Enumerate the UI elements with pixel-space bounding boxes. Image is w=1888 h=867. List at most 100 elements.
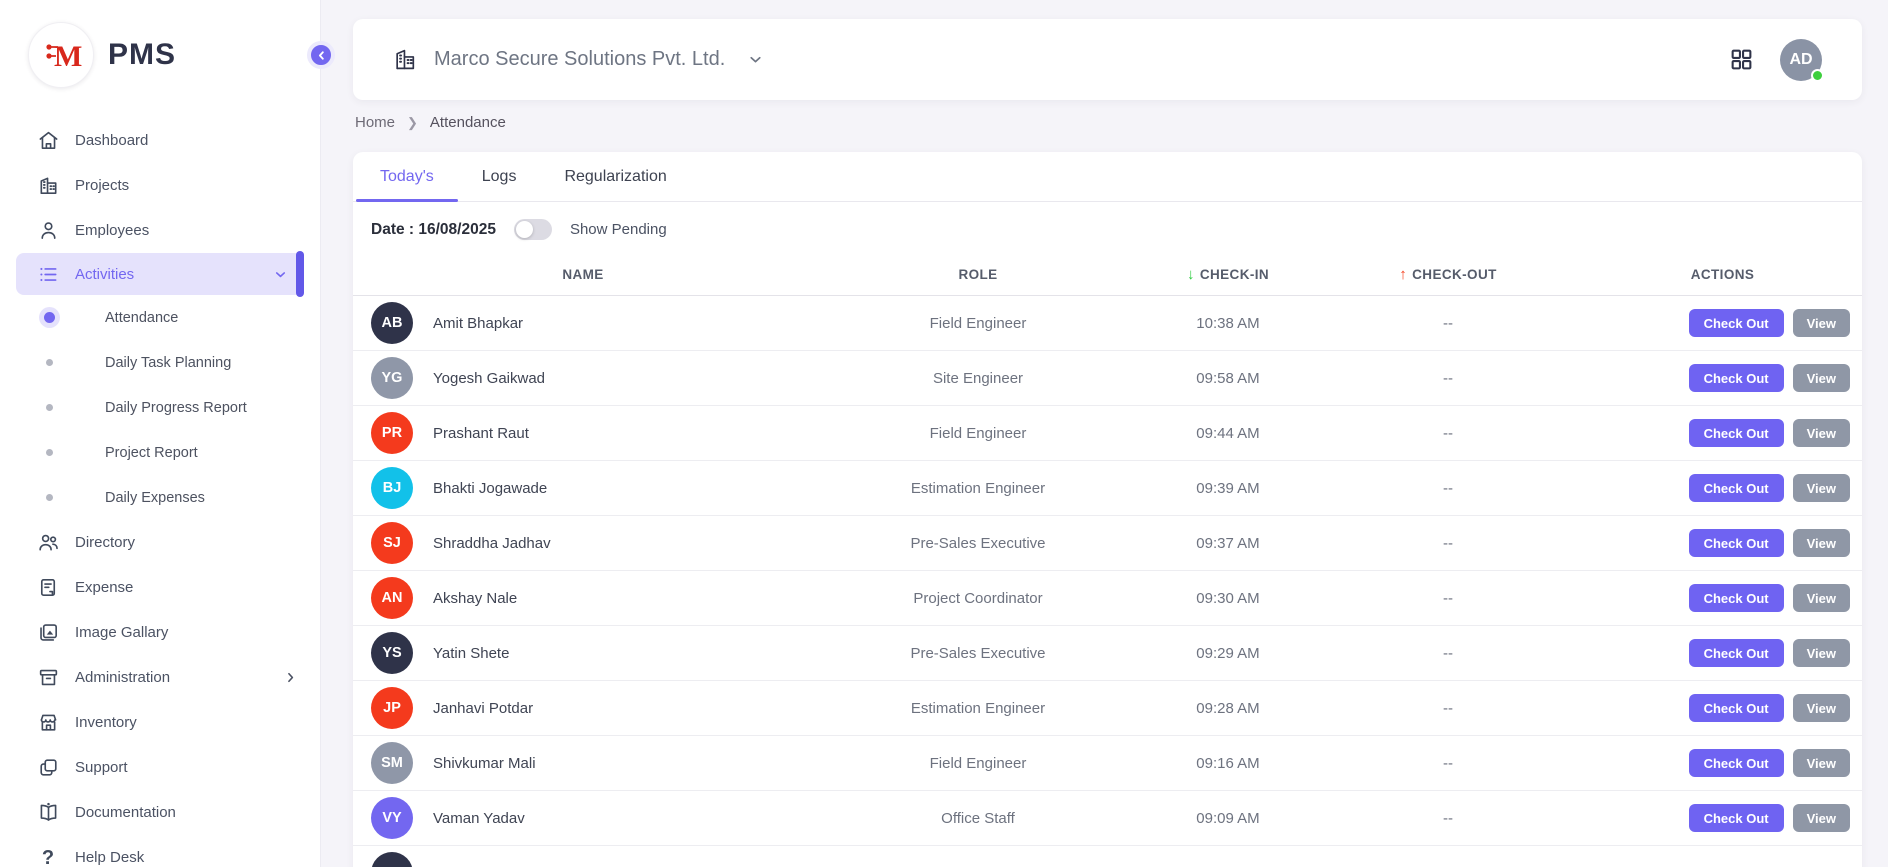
check-out-button[interactable]: Check Out [1689, 309, 1784, 337]
online-status-dot [1811, 69, 1824, 82]
employee-role: Office Staff [813, 810, 1143, 827]
sidebar-subitem-label: Daily Progress Report [105, 400, 247, 416]
sidebar-subitem-label: Daily Task Planning [105, 355, 231, 371]
sidebar-item-documentation[interactable]: Documentation [0, 790, 320, 835]
app-logo: M PMS [0, 0, 320, 106]
column-header-checkin[interactable]: ↓ CHECK-IN [1143, 266, 1313, 283]
sidebar-item-inventory[interactable]: Inventory [0, 700, 320, 745]
sidebar-item-image-gallary[interactable]: Image Gallary [0, 610, 320, 655]
sidebar-subitem-daily-progress-report[interactable]: Daily Progress Report [0, 385, 320, 430]
column-header-checkout[interactable]: ↑ CHECK-OUT [1313, 266, 1583, 283]
apps-grid-icon[interactable] [1729, 47, 1754, 72]
employee-name: Bhakti Jogawade [433, 480, 547, 497]
sidebar-item-dashboard[interactable]: Dashboard [0, 118, 320, 163]
sidebar-item-activities[interactable]: Activities [16, 253, 302, 295]
table-row: YGYogesh GaikwadSite Engineer09:58 AM--C… [353, 351, 1862, 406]
check-out-button[interactable]: Check Out [1689, 639, 1784, 667]
employee-name: Vaman Yadav [433, 810, 525, 827]
sidebar: M PMS DashboardProjects Employees Activiti… [0, 0, 321, 867]
column-header-name[interactable]: NAME [353, 267, 813, 282]
svg-text:M: M [54, 40, 82, 73]
sidebar-collapse-button[interactable] [307, 41, 335, 69]
avatar: YG [371, 357, 413, 399]
sidebar-subitem-daily-task-planning[interactable]: Daily Task Planning [0, 340, 320, 385]
chevron-down-icon [273, 267, 288, 282]
check-out-button[interactable]: Check Out [1689, 474, 1784, 502]
table-row: JPJanhavi PotdarEstimation Engineer09:28… [353, 681, 1862, 736]
check-out-time: -- [1313, 810, 1583, 827]
bullet-dot-icon [46, 449, 53, 456]
check-in-time: 09:28 AM [1143, 700, 1313, 717]
sidebar-item-administration[interactable]: Administration [0, 655, 320, 700]
sidebar-item-label: Expense [75, 579, 133, 596]
check-out-time: -- [1313, 700, 1583, 717]
table-row: PRPrashant RautField Engineer09:44 AM--C… [353, 406, 1862, 461]
check-out-button[interactable]: Check Out [1689, 419, 1784, 447]
check-out-time: -- [1313, 535, 1583, 552]
view-button[interactable]: View [1793, 694, 1850, 722]
table-row: SMShivkumar MaliField Engineer09:16 AM--… [353, 736, 1862, 791]
sidebar-item-help-desk[interactable]: ?Help Desk [0, 835, 320, 867]
check-out-button[interactable]: Check Out [1689, 364, 1784, 392]
avatar: JP [371, 687, 413, 729]
sidebar-item-label: Directory [75, 534, 135, 551]
avatar [371, 852, 413, 867]
bullet-dot-icon [46, 494, 53, 501]
user-avatar[interactable]: AD [1780, 39, 1822, 81]
view-button[interactable]: View [1793, 639, 1850, 667]
view-button[interactable]: View [1793, 309, 1850, 337]
copy-icon [36, 756, 60, 780]
sidebar-subitem-project-report[interactable]: Project Report [0, 430, 320, 475]
avatar: AB [371, 302, 413, 344]
view-button[interactable]: View [1793, 419, 1850, 447]
column-header-role[interactable]: ROLE [813, 267, 1143, 282]
sidebar-subitem-attendance[interactable]: Attendance [0, 295, 320, 340]
check-out-button[interactable]: Check Out [1689, 749, 1784, 777]
sidebar-item-projects[interactable]: Projects [0, 163, 320, 208]
employee-role: Pre-Sales Executive [813, 645, 1143, 662]
person-icon [36, 219, 60, 243]
column-header-actions: ACTIONS [1583, 267, 1862, 282]
check-out-time: -- [1313, 480, 1583, 497]
avatar: YS [371, 632, 413, 674]
employee-name: Yogesh Gaikwad [433, 370, 545, 387]
company-selector[interactable]: Marco Secure Solutions Pvt. Ltd. [393, 47, 764, 72]
sidebar-item-expense[interactable]: Expense [0, 565, 320, 610]
avatar: VY [371, 797, 413, 839]
sidebar-item-employees[interactable]: Employees [0, 208, 320, 253]
sidebar-item-directory[interactable]: Directory [0, 520, 320, 565]
tab-logs[interactable]: Logs [458, 152, 541, 201]
buildings-icon [36, 174, 60, 198]
check-out-time: -- [1313, 370, 1583, 387]
bullet-dot-icon [46, 404, 53, 411]
date-label: Date : 16/08/2025 [371, 221, 496, 239]
sidebar-item-label: Employees [75, 222, 149, 239]
sidebar-item-support[interactable]: Support [0, 745, 320, 790]
avatar: SJ [371, 522, 413, 564]
view-button[interactable]: View [1793, 529, 1850, 557]
breadcrumb-current: Attendance [430, 114, 506, 131]
view-button[interactable]: View [1793, 364, 1850, 392]
check-out-button[interactable]: Check Out [1689, 694, 1784, 722]
sidebar-subitem-daily-expenses[interactable]: Daily Expenses [0, 475, 320, 520]
table-row: ABAmit BhapkarField Engineer10:38 AM--Ch… [353, 296, 1862, 351]
check-out-time: -- [1313, 315, 1583, 332]
tab-today-s[interactable]: Today's [356, 152, 458, 201]
check-out-button[interactable]: Check Out [1689, 529, 1784, 557]
employee-name: Akshay Nale [433, 590, 517, 607]
table-row: SJShraddha JadhavPre-Sales Executive09:3… [353, 516, 1862, 571]
view-button[interactable]: View [1793, 749, 1850, 777]
show-pending-toggle[interactable] [514, 219, 552, 240]
check-out-button[interactable]: Check Out [1689, 584, 1784, 612]
building-icon [393, 47, 418, 72]
table-row-partial [353, 846, 1862, 867]
check-out-button[interactable]: Check Out [1689, 804, 1784, 832]
sort-arrow-down-icon: ↓ [1187, 266, 1195, 283]
view-button[interactable]: View [1793, 584, 1850, 612]
active-indicator-bar [296, 251, 304, 297]
breadcrumb-home[interactable]: Home [355, 114, 395, 131]
view-button[interactable]: View [1793, 804, 1850, 832]
employee-role: Field Engineer [813, 425, 1143, 442]
tab-regularization[interactable]: Regularization [540, 152, 690, 201]
view-button[interactable]: View [1793, 474, 1850, 502]
